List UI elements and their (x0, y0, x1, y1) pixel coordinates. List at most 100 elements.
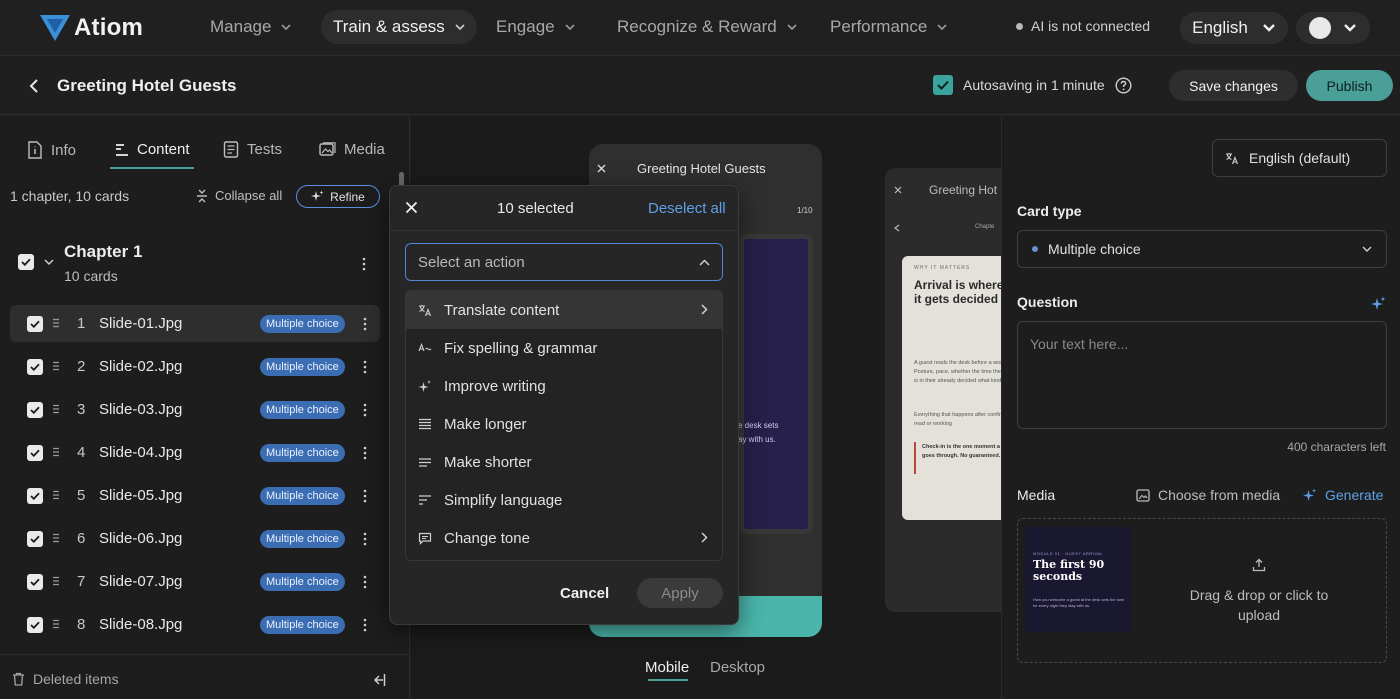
more-vertical-icon[interactable] (363, 317, 367, 331)
nav-recognize-reward[interactable]: Recognize & Reward (605, 10, 809, 44)
chevron-down-icon (565, 24, 575, 31)
user-menu[interactable] (1296, 12, 1370, 44)
list-item[interactable]: 4 Slide-04.Jpg Multiple choice (10, 434, 380, 471)
card-type-label: Card type (1017, 203, 1082, 219)
action-select[interactable]: Select an action (405, 243, 723, 281)
row-checkbox[interactable] (27, 402, 43, 418)
help-icon[interactable] (1115, 76, 1132, 94)
logo[interactable]: Atiom (40, 14, 143, 42)
ai-sparkle-icon[interactable] (1371, 296, 1386, 311)
tab-content[interactable]: Content (115, 141, 190, 158)
deleted-items-button[interactable]: Deleted items (12, 671, 119, 687)
nav-manage[interactable]: Manage (198, 10, 303, 44)
refine-button[interactable]: Refine (296, 185, 380, 208)
media-thumbnail[interactable]: MODULE 01 · GUEST ARRIVAL The first 90 s… (1025, 527, 1131, 632)
card-type-value: Multiple choice (1048, 241, 1141, 257)
check-icon (30, 449, 40, 457)
tab-tests[interactable]: Tests (223, 141, 282, 158)
drag-handle-icon[interactable] (53, 447, 59, 457)
chat-bubble-icon (418, 532, 432, 545)
row-name: Slide-04.Jpg (99, 444, 183, 461)
more-vertical-icon[interactable] (363, 489, 367, 503)
tab-desktop[interactable]: Desktop (710, 659, 765, 676)
drag-handle-icon[interactable] (53, 490, 59, 500)
card-type-select[interactable]: Multiple choice (1017, 230, 1387, 268)
preview-title: Greeting Hotel Guests (637, 161, 766, 176)
language-selector[interactable]: English (1180, 12, 1288, 44)
nav-engage[interactable]: Engage (484, 10, 587, 44)
tab-mobile[interactable]: Mobile (645, 659, 689, 676)
more-vertical-icon[interactable] (363, 360, 367, 374)
image-icon (1136, 488, 1150, 502)
menu-item-simplify[interactable]: Simplify language (406, 481, 722, 519)
menu-item-translate[interactable]: Translate content (406, 291, 722, 329)
chapter-title: Chapter 1 (64, 242, 143, 261)
row-checkbox[interactable] (27, 617, 43, 633)
row-checkbox[interactable] (27, 488, 43, 504)
save-changes-button[interactable]: Save changes (1169, 70, 1298, 101)
menu-item-fix-spelling[interactable]: Fix spelling & grammar (406, 329, 722, 367)
autosave-checkbox[interactable] (933, 75, 953, 95)
generate-media-button[interactable]: Generate (1303, 487, 1383, 503)
row-checkbox[interactable] (27, 316, 43, 332)
row-checkbox[interactable] (27, 574, 43, 590)
question-input[interactable]: Your text here... (1017, 321, 1387, 429)
more-vertical-icon[interactable] (362, 257, 366, 271)
chevron-down-icon (937, 24, 947, 31)
menu-item-change-tone[interactable]: Change tone (406, 519, 722, 557)
deselect-all-link[interactable]: Deselect all (648, 200, 726, 217)
modal-divider (389, 230, 739, 231)
drag-handle-icon[interactable] (53, 404, 59, 414)
tab-info[interactable]: Info (27, 141, 76, 159)
list-item[interactable]: 1 Slide-01.Jpg Multiple choice (10, 305, 380, 342)
row-checkbox[interactable] (27, 445, 43, 461)
autosave-toggle[interactable]: Autosaving in 1 minute (933, 75, 1132, 95)
back-arrow-icon[interactable] (24, 76, 44, 96)
more-vertical-icon[interactable] (363, 446, 367, 460)
drag-handle-icon[interactable] (53, 361, 59, 371)
drag-handle-icon[interactable] (53, 576, 59, 586)
drag-handle-icon[interactable] (53, 533, 59, 543)
refine-label: Refine (330, 189, 365, 204)
list-item[interactable]: 3 Slide-03.Jpg Multiple choice (10, 391, 380, 428)
drag-handle-icon[interactable] (53, 619, 59, 629)
list-item[interactable]: 5 Slide-05.Jpg Multiple choice (10, 477, 380, 514)
apply-button[interactable]: Apply (637, 578, 723, 608)
card-type-badge: Multiple choice (260, 616, 345, 634)
collapse-all-button[interactable]: Collapse all (195, 188, 282, 203)
list-item[interactable]: 6 Slide-06.Jpg Multiple choice (10, 520, 380, 557)
list-item[interactable]: 7 Slide-07.Jpg Multiple choice (10, 563, 380, 600)
more-vertical-icon[interactable] (363, 403, 367, 417)
menu-item-make-shorter[interactable]: Make shorter (406, 443, 722, 481)
collapse-panel-icon[interactable] (370, 673, 386, 687)
row-checkbox[interactable] (27, 531, 43, 547)
chevron-down-icon[interactable] (44, 258, 54, 266)
close-icon[interactable] (405, 201, 418, 214)
chapter-checkbox[interactable] (18, 254, 34, 270)
drag-handle-icon[interactable] (53, 318, 59, 328)
list-item[interactable]: 2 Slide-02.Jpg Multiple choice (10, 348, 380, 385)
publish-button[interactable]: Publish (1306, 70, 1393, 101)
row-checkbox[interactable] (27, 359, 43, 375)
menu-item-make-longer[interactable]: Make longer (406, 405, 722, 443)
chevron-left-icon (894, 224, 900, 232)
tab-label: Info (51, 141, 77, 159)
choose-from-media-button[interactable]: Choose from media (1136, 487, 1280, 503)
more-vertical-icon[interactable] (363, 532, 367, 546)
cancel-button[interactable]: Cancel (560, 585, 609, 602)
slide-body: A guest reads the desk before a word. Po… (914, 360, 1001, 384)
tab-media[interactable]: Media (319, 141, 385, 158)
slide-kicker: WHY IT MATTERS (914, 265, 971, 271)
menu-item-label: Make shorter (444, 453, 532, 471)
check-icon (30, 492, 40, 500)
more-vertical-icon[interactable] (363, 575, 367, 589)
card-language-selector[interactable]: English (default) (1212, 139, 1387, 177)
more-vertical-icon[interactable] (363, 618, 367, 632)
nav-performance[interactable]: Performance (818, 10, 959, 44)
nav-train-assess[interactable]: Train & assess (321, 10, 477, 44)
menu-item-label: Fix spelling & grammar (444, 339, 598, 357)
secondary-preview[interactable]: Greeting Hot Chapte WHY IT MATTERS Arriv… (885, 168, 1001, 612)
menu-item-label: Simplify language (444, 491, 563, 509)
menu-item-improve-writing[interactable]: Improve writing (406, 367, 722, 405)
list-item[interactable]: 8 Slide-08.Jpg Multiple choice (10, 606, 380, 643)
